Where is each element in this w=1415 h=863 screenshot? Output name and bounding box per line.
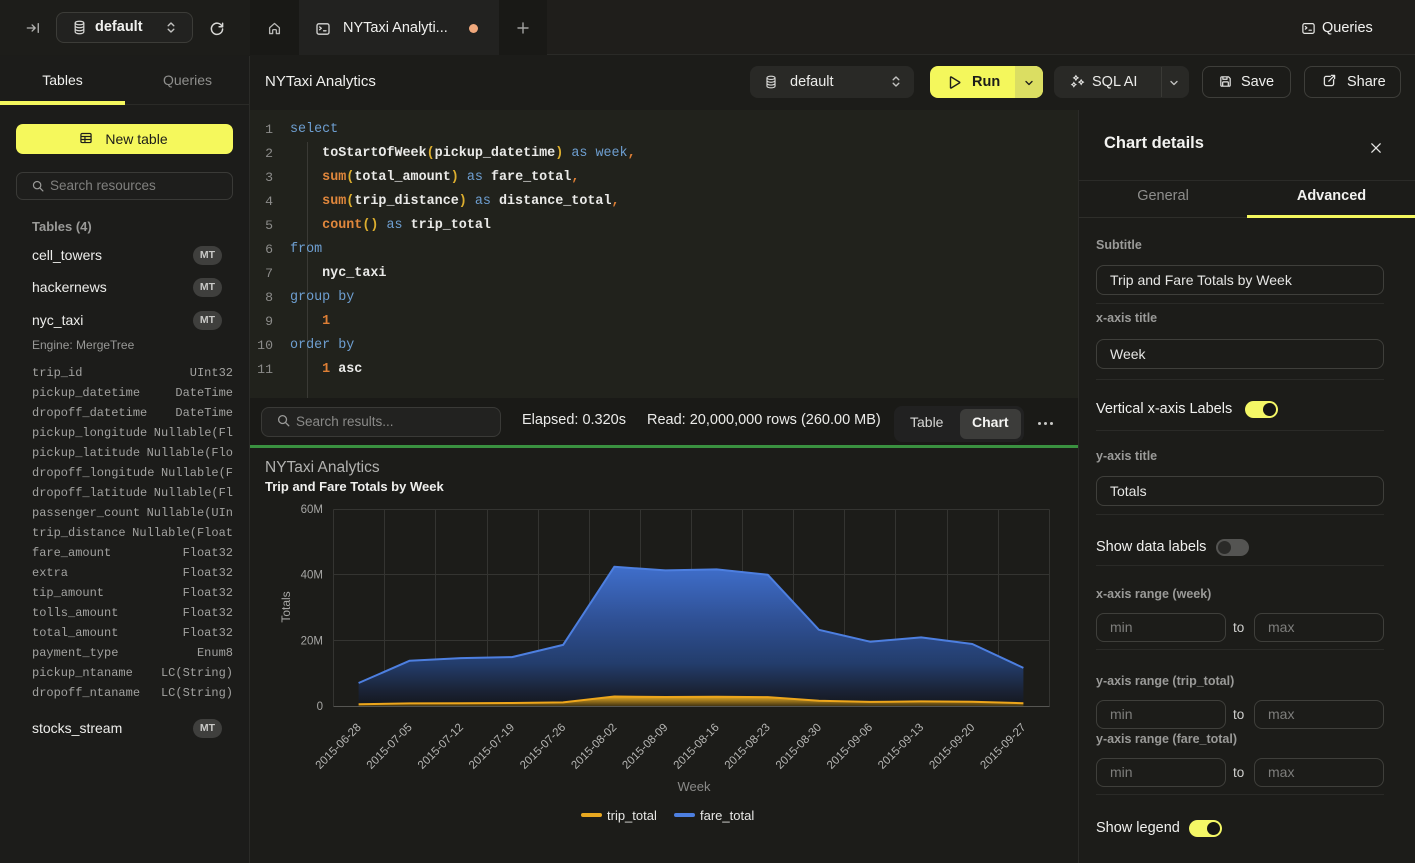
svg-text:2015-08-30: 2015-08-30 xyxy=(774,722,824,772)
svg-text:2015-09-20: 2015-09-20 xyxy=(927,722,977,772)
svg-text:2015-09-06: 2015-09-06 xyxy=(825,722,875,772)
svg-text:2015-07-19: 2015-07-19 xyxy=(467,722,517,772)
svg-text:20M: 20M xyxy=(301,635,323,647)
svg-text:2015-07-05: 2015-07-05 xyxy=(365,722,415,772)
svg-text:2015-08-02: 2015-08-02 xyxy=(569,722,619,772)
svg-text:fare_total: fare_total xyxy=(700,808,754,823)
svg-text:2015-08-16: 2015-08-16 xyxy=(672,722,722,772)
svg-text:2015-09-13: 2015-09-13 xyxy=(876,722,926,772)
svg-text:2015-06-28: 2015-06-28 xyxy=(314,722,364,772)
svg-text:trip_total: trip_total xyxy=(607,808,657,823)
svg-text:2015-09-27: 2015-09-27 xyxy=(978,722,1028,772)
svg-text:0: 0 xyxy=(317,701,323,713)
svg-text:2015-08-23: 2015-08-23 xyxy=(723,722,773,772)
svg-text:2015-07-26: 2015-07-26 xyxy=(518,722,568,772)
svg-text:40M: 40M xyxy=(301,570,323,582)
svg-text:2015-08-09: 2015-08-09 xyxy=(620,722,670,772)
svg-text:60M: 60M xyxy=(301,504,323,516)
svg-text:2015-07-12: 2015-07-12 xyxy=(416,722,466,772)
svg-text:Totals: Totals xyxy=(279,591,293,622)
svg-text:Week: Week xyxy=(678,779,711,794)
